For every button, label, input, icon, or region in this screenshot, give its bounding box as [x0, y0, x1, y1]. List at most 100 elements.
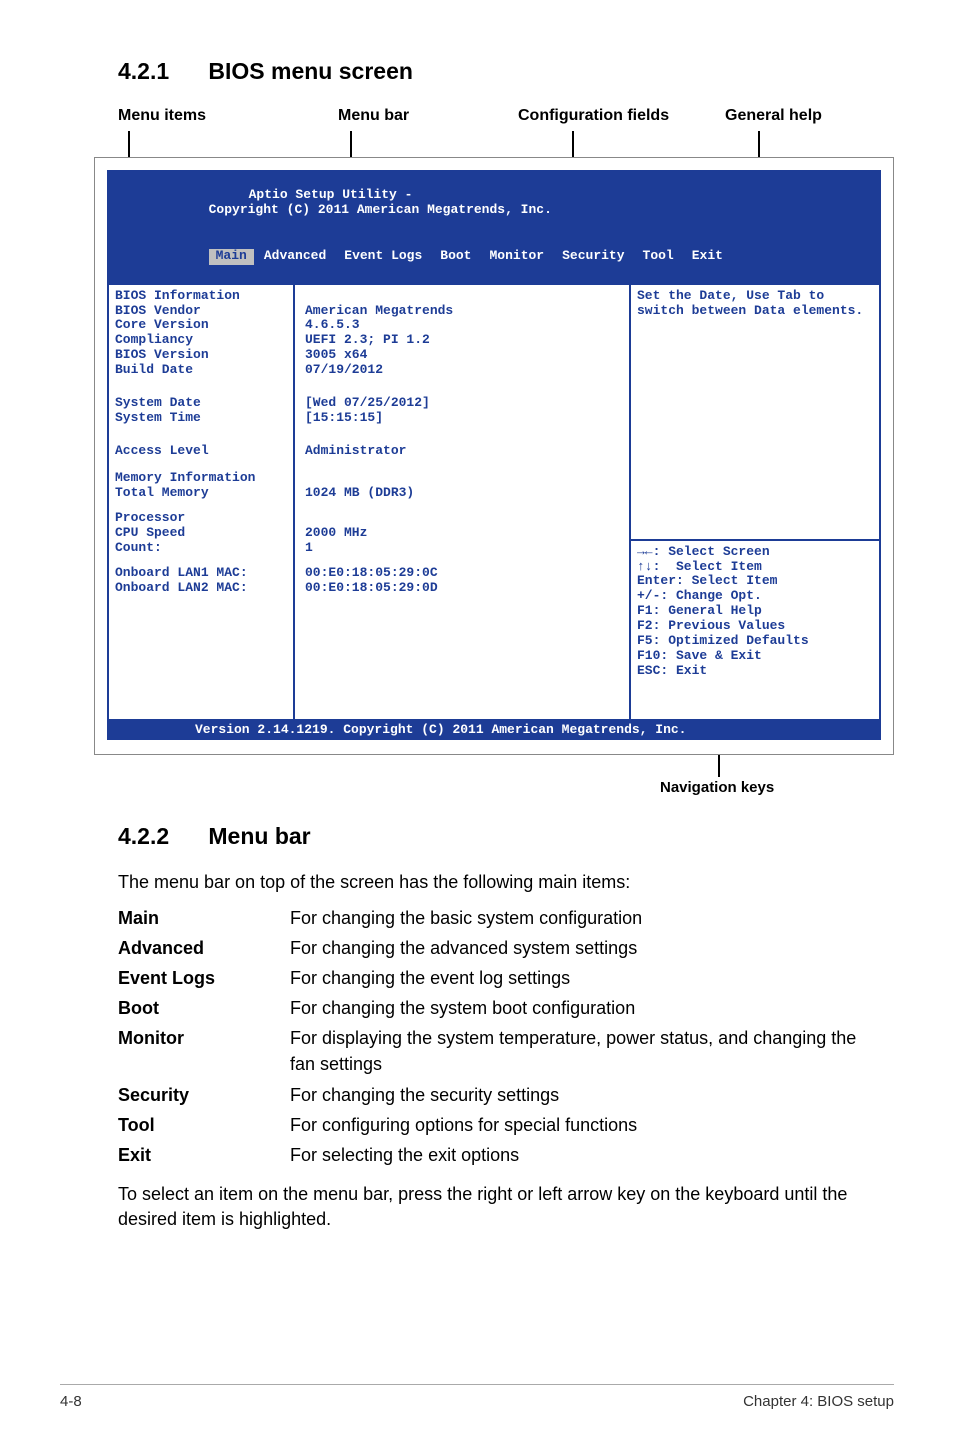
- def-tool: Tool For configuring options for special…: [118, 1112, 874, 1138]
- row-bios-version[interactable]: BIOS Version: [115, 348, 287, 363]
- def-desc: For changing the event log settings: [290, 965, 874, 991]
- def-desc: For selecting the exit options: [290, 1142, 874, 1168]
- def-advanced: Advanced For changing the advanced syste…: [118, 935, 874, 961]
- def-main: Main For changing the basic system confi…: [118, 905, 874, 931]
- pointer-menu-items: [128, 131, 130, 157]
- bios-body: BIOS Information BIOS Vendor Core Versio…: [107, 285, 881, 721]
- pointer-config: [572, 131, 574, 157]
- diagram-pointers: [118, 131, 894, 157]
- val-lan1: 00:E0:18:05:29:0C: [305, 566, 619, 581]
- row-lan2[interactable]: Onboard LAN2 MAC:: [115, 581, 287, 596]
- val-core: 4.6.5.3: [305, 318, 619, 333]
- nav-f10: F10: Save & Exit: [637, 649, 873, 664]
- row-core-version[interactable]: Core Version: [115, 318, 287, 333]
- def-term: Advanced: [118, 935, 290, 961]
- def-exit: Exit For selecting the exit options: [118, 1142, 874, 1168]
- def-term: Monitor: [118, 1025, 290, 1077]
- row-cpu-speed[interactable]: CPU Speed: [115, 526, 287, 541]
- val-sys-date[interactable]: [Wed 07/25/2012]: [305, 396, 619, 411]
- label-menu-items: Menu items: [118, 107, 206, 125]
- bios-left-col: BIOS Information BIOS Vendor Core Versio…: [109, 285, 295, 719]
- row-bios-vendor[interactable]: BIOS Vendor: [115, 304, 287, 319]
- row-lan1[interactable]: Onboard LAN1 MAC:: [115, 566, 287, 581]
- pointer-help: [758, 131, 760, 157]
- def-term: Tool: [118, 1112, 290, 1138]
- row-system-time[interactable]: System Time: [115, 411, 287, 426]
- def-monitor: Monitor For displaying the system temper…: [118, 1025, 874, 1077]
- section-number: 4.2.1: [118, 58, 202, 85]
- row-compliancy[interactable]: Compliancy: [115, 333, 287, 348]
- footer-page-number: 4-8: [60, 1393, 82, 1410]
- bios-header-right: merican Megatrends, Inc.: [365, 202, 552, 217]
- section-title: BIOS menu screen: [208, 58, 413, 84]
- bios-tab-boot[interactable]: Boot: [436, 248, 471, 263]
- bios-header: Aptio Setup Utility - Copyright (C) 2011…: [107, 170, 881, 285]
- label-menu-bar: Menu bar: [338, 107, 409, 125]
- val-build-date: 07/19/2012: [305, 363, 619, 378]
- row-system-date[interactable]: System Date: [115, 396, 287, 411]
- def-term: Exit: [118, 1142, 290, 1168]
- bios-mid-col: American Megatrends 4.6.5.3 UEFI 2.3; PI…: [295, 285, 631, 719]
- label-nav-keys: Navigation keys: [660, 779, 774, 796]
- section-number-422: 4.2.2: [118, 823, 202, 850]
- val-cpu-speed: 2000 MHz: [305, 526, 619, 541]
- help-top: Set the Date, Use Tab to switch between …: [631, 285, 879, 539]
- row-build-date[interactable]: Build Date: [115, 363, 287, 378]
- bios-tab-monitor[interactable]: Monitor: [486, 248, 545, 263]
- bios-header-mid: Copyright (C) 2011 A: [209, 202, 365, 217]
- row-count[interactable]: Count:: [115, 541, 287, 556]
- nav-f5: F5: Optimized Defaults: [637, 634, 873, 649]
- def-desc: For changing the basic system configurat…: [290, 905, 874, 931]
- def-term: Main: [118, 905, 290, 931]
- def-desc: For changing the system boot configurati…: [290, 995, 874, 1021]
- bios-right-col: Set the Date, Use Tab to switch between …: [631, 285, 879, 719]
- def-security: Security For changing the security setti…: [118, 1082, 874, 1108]
- nav-change-opt: +/-: Change Opt.: [637, 589, 873, 604]
- val-sys-time[interactable]: [15:15:15]: [305, 411, 619, 426]
- bios-tab-exit[interactable]: Exit: [688, 248, 723, 263]
- pointer-nav-keys: [718, 755, 720, 777]
- val-access: Administrator: [305, 444, 619, 459]
- nav-f1: F1: General Help: [637, 604, 873, 619]
- page-footer: 4-8 Chapter 4: BIOS setup: [60, 1384, 894, 1410]
- nav-esc: ESC: Exit: [637, 664, 873, 679]
- bios-tab-advanced[interactable]: Advanced: [260, 248, 326, 263]
- bios-tab-main[interactable]: Main: [209, 249, 254, 265]
- nav-keys-callout: Navigation keys: [118, 755, 894, 805]
- diagram-labels: Menu items Menu bar Configuration fields…: [118, 107, 894, 131]
- nav-enter: Enter: Select Item: [637, 574, 873, 589]
- val-total-mem: 1024 MB (DDR3): [305, 486, 619, 501]
- section-title-422: Menu bar: [208, 823, 310, 849]
- row-access-level[interactable]: Access Level: [115, 444, 287, 459]
- bios-version-text: Version 2.14.1219. Copyright (C) 2011 Am…: [115, 723, 686, 738]
- val-vendor: American Megatrends: [305, 304, 619, 319]
- def-desc: For displaying the system temperature, p…: [290, 1025, 874, 1077]
- val-count: 1: [305, 541, 619, 556]
- intro-text: The menu bar on top of the screen has th…: [118, 872, 894, 893]
- help-line1: Set the Date, Use Tab to: [637, 289, 873, 304]
- val-bios-ver: 3005 x64: [305, 348, 619, 363]
- bios-tab-tool[interactable]: Tool: [639, 248, 674, 263]
- def-term: Event Logs: [118, 965, 290, 991]
- help-line2: switch between Data elements.: [637, 304, 873, 319]
- def-desc: For changing the advanced system setting…: [290, 935, 874, 961]
- row-mem-info: Memory Information: [115, 471, 287, 486]
- bios-tab-security[interactable]: Security: [558, 248, 624, 263]
- section-heading-422: 4.2.2 Menu bar: [118, 823, 894, 850]
- label-general-help: General help: [725, 107, 822, 125]
- bios-header-left: Aptio Setup Utility -: [209, 187, 413, 202]
- label-config-fields: Configuration fields: [518, 107, 669, 125]
- menu-definitions: Main For changing the basic system confi…: [118, 905, 874, 1168]
- bios-screenshot: Aptio Setup Utility - Copyright (C) 2011…: [94, 157, 894, 755]
- def-term: Security: [118, 1082, 290, 1108]
- val-lan2: 00:E0:18:05:29:0D: [305, 581, 619, 596]
- section-heading-421: 4.2.1 BIOS menu screen: [118, 58, 894, 85]
- help-bottom: →←: Select Screen ↑↓: Select Item Enter:…: [631, 541, 879, 719]
- nav-select-screen: →←: Select Screen: [637, 545, 873, 560]
- def-eventlogs: Event Logs For changing the event log se…: [118, 965, 874, 991]
- row-total-memory[interactable]: Total Memory: [115, 486, 287, 501]
- row-bios-info: BIOS Information: [115, 289, 287, 304]
- closing-text: To select an item on the menu bar, press…: [118, 1182, 870, 1232]
- bios-tab-eventlogs[interactable]: Event Logs: [340, 248, 422, 263]
- val-compliancy: UEFI 2.3; PI 1.2: [305, 333, 619, 348]
